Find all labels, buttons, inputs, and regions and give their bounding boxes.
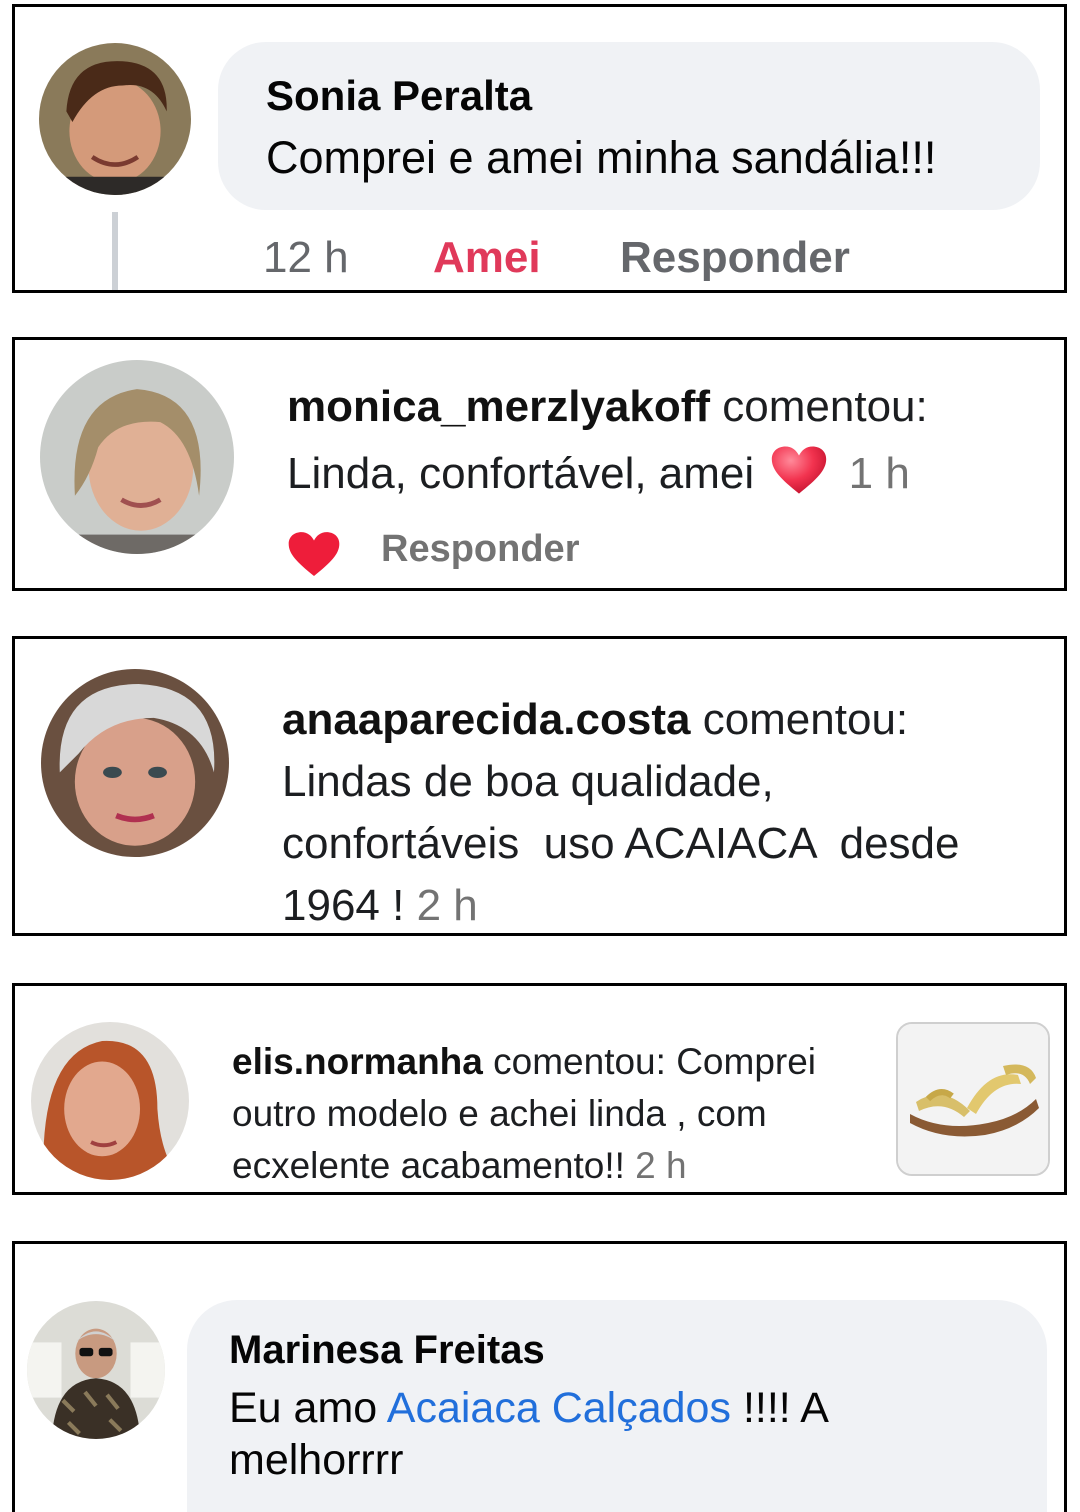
red-heart-emoji-icon xyxy=(772,446,827,494)
avatar[interactable] xyxy=(27,1301,165,1439)
comment-bubble: Marinesa Freitas Eu amo Acaiaca Calçados… xyxy=(187,1300,1047,1512)
comment-text-line-1: Lindas de boa qualidade, xyxy=(282,757,774,806)
comment-header: monica_merzlyakoff comentou: xyxy=(287,382,928,432)
comment-author[interactable]: anaaparecida.costa xyxy=(282,695,690,744)
comment-author[interactable]: Sonia Peralta xyxy=(266,72,532,120)
reply-button[interactable]: Responder xyxy=(620,233,850,283)
comment-verb: comentou: xyxy=(702,695,909,744)
comment-card-monica: monica_merzlyakoff comentou: Linda, conf… xyxy=(12,337,1067,591)
comment-time[interactable]: 2 h xyxy=(417,881,478,930)
avatar[interactable] xyxy=(41,669,229,857)
comment-author[interactable]: monica_merzlyakoff xyxy=(287,382,710,431)
thread-line xyxy=(112,212,118,290)
comment-card-elis: elis.normanha comentou: Comprei outro mo… xyxy=(12,983,1067,1195)
comment-text: Eu amo Acaiaca Calçados !!!! A melhorrrr xyxy=(229,1382,929,1486)
page-mention-link[interactable]: Acaiaca Calçados xyxy=(387,1384,731,1432)
comment-text-line-3: 1964 ! xyxy=(282,881,405,930)
reply-button[interactable]: Responder xyxy=(381,528,579,571)
post-thumbnail[interactable] xyxy=(896,1022,1050,1176)
comment-text: Comprei e amei minha sandália!!! xyxy=(266,132,937,183)
comment-verb: comentou: xyxy=(722,382,928,431)
avatar[interactable] xyxy=(40,360,234,554)
comment-author[interactable]: elis.normanha xyxy=(232,1041,483,1082)
comment-text-line-2: confortáveis uso ACAIACA desde xyxy=(282,819,960,868)
comment-verb: comentou: xyxy=(493,1041,666,1082)
comment-text-before: Eu amo xyxy=(229,1384,378,1432)
comment-body: elis.normanha comentou: Comprei outro mo… xyxy=(232,1036,852,1192)
comment-author[interactable]: Marinesa Freitas xyxy=(229,1328,545,1373)
comment-time[interactable]: 1 h xyxy=(849,449,910,498)
comment-time[interactable]: 2 h xyxy=(635,1145,686,1186)
comment-text: Linda, confortável, amei xyxy=(287,449,755,498)
avatar[interactable] xyxy=(39,43,191,195)
gold-sandal-icon xyxy=(898,1024,1048,1174)
comment-body: Linda, confortável, amei 1 h xyxy=(287,444,910,499)
avatar[interactable] xyxy=(31,1022,189,1180)
comment-card-marinesa: Marinesa Freitas Eu amo Acaiaca Calçados… xyxy=(12,1241,1067,1512)
comment-card-ana: anaaparecida.costa comentou: Lindas de b… xyxy=(12,636,1067,936)
heart-like-icon[interactable] xyxy=(287,530,341,578)
comment-body: anaaparecida.costa comentou: Lindas de b… xyxy=(282,689,1042,933)
reaction-love-button[interactable]: Amei xyxy=(433,233,541,283)
comment-card-sonia: Sonia Peralta Comprei e amei minha sandá… xyxy=(12,4,1067,293)
comment-bubble: Sonia Peralta Comprei e amei minha sandá… xyxy=(218,42,1040,210)
comment-time[interactable]: 12 h xyxy=(263,233,349,283)
